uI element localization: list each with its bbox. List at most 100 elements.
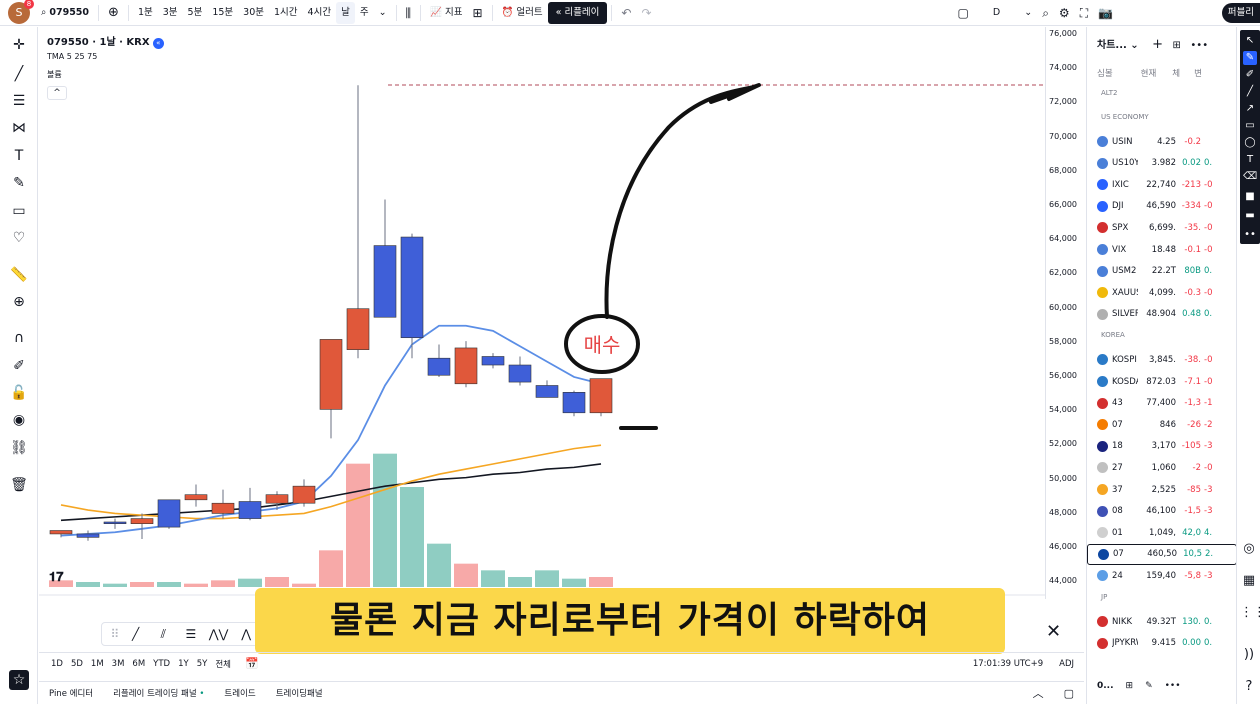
- compare-add-icon[interactable]: ⊕: [103, 2, 124, 24]
- range-3m[interactable]: 3M: [108, 659, 129, 669]
- col-last[interactable]: 현재: [1141, 67, 1157, 79]
- interval-15m[interactable]: 15분: [207, 2, 238, 24]
- chevron-down-icon[interactable]: ⌄: [374, 2, 392, 24]
- watchlist-section-header[interactable]: KOREA: [1101, 331, 1125, 339]
- candle-type-icon[interactable]: ⫼: [401, 2, 417, 24]
- clock-readout[interactable]: 17:01:39 UTC+9: [969, 659, 1047, 669]
- range-5y[interactable]: 5Y: [193, 659, 212, 669]
- tab-trade[interactable]: 트레이드: [214, 687, 265, 699]
- grid-icon[interactable]: ⊞: [1126, 681, 1134, 691]
- interval-1h[interactable]: 1시간: [269, 2, 303, 24]
- watchlist-title[interactable]: 차트... ⌄ + ⊞ •••: [1097, 36, 1208, 52]
- broadcast-icon[interactable]: )): [1240, 646, 1258, 664]
- range-1d[interactable]: 1D: [47, 659, 67, 669]
- ruler-icon[interactable]: 📏: [9, 265, 29, 285]
- close-icon[interactable]: ✕: [1046, 621, 1061, 642]
- brush-icon[interactable]: ✎: [9, 173, 29, 193]
- interval-4h[interactable]: 4시간: [303, 2, 337, 24]
- watchlist-row[interactable]: 43 77,400 -1,3 -1: [1087, 393, 1237, 414]
- heart-icon[interactable]: ♡: [9, 228, 29, 248]
- link-icon[interactable]: ⛓: [9, 438, 29, 458]
- drag-handle-icon[interactable]: ⠿: [108, 627, 122, 641]
- range-all[interactable]: 전체: [211, 658, 235, 670]
- user-avatar[interactable]: S8: [8, 0, 34, 24]
- watchlist-section-header[interactable]: ALT2: [1101, 89, 1117, 97]
- magnet-icon[interactable]: ∩: [9, 328, 29, 348]
- interval-3m[interactable]: 3분: [158, 2, 183, 24]
- footer-symbol[interactable]: 0...: [1097, 681, 1114, 691]
- undo-icon[interactable]: ↶: [616, 2, 636, 24]
- pen-icon[interactable]: ✎: [1243, 51, 1257, 65]
- watchlist-row[interactable]: VIX 18.48 -0.1 -0: [1087, 239, 1237, 260]
- indicator-legend[interactable]: TMA 5 25 75: [47, 52, 97, 61]
- watchlist-row[interactable]: 27 1,060 -2 -0: [1087, 457, 1237, 478]
- target-icon[interactable]: ◎: [1240, 540, 1258, 558]
- zoom-in-icon[interactable]: ⊕: [9, 292, 29, 312]
- watchlist-row[interactable]: SPX 6,699. -35. -0: [1087, 217, 1237, 238]
- comment-icon[interactable]: ▭: [9, 201, 29, 221]
- watchlist-row[interactable]: 08 46,100 -1,5 -3: [1087, 501, 1237, 522]
- interval-30m[interactable]: 30분: [238, 2, 269, 24]
- watchlist-row[interactable]: USM2 22.2T 80B 0.: [1087, 261, 1237, 282]
- watchlist-row[interactable]: 01 1,049, 42,0 4.: [1087, 522, 1237, 543]
- col-pct[interactable]: 변: [1194, 67, 1202, 79]
- interval-week[interactable]: 주: [355, 2, 374, 24]
- text-tool-icon[interactable]: T: [9, 146, 29, 166]
- templates-icon[interactable]: ⊞: [467, 2, 487, 24]
- fib-lines-icon[interactable]: ☰: [9, 91, 29, 111]
- text-icon[interactable]: T: [1243, 153, 1257, 167]
- gear-icon[interactable]: ⚙: [1054, 2, 1075, 24]
- tab-replay-trading-panel[interactable]: 리플레이 트레이딩 패널 •: [103, 687, 214, 699]
- help-icon[interactable]: ?: [1240, 678, 1258, 696]
- watchlist-section-header[interactable]: US ECONOMY: [1101, 113, 1149, 121]
- apps-icon[interactable]: ⋮⋮: [1240, 604, 1260, 622]
- publish-button[interactable]: 퍼블리: [1221, 3, 1260, 23]
- watchlist-row[interactable]: 18 3,170 -105 -3: [1087, 436, 1237, 457]
- interval-1m[interactable]: 1분: [133, 2, 158, 24]
- watchlist-row[interactable]: JPYKRW 9.415 0.000.: [1087, 633, 1237, 654]
- watchlist-section-header[interactable]: JP: [1101, 593, 1107, 601]
- interval-5m[interactable]: 5분: [183, 2, 208, 24]
- range-6m[interactable]: 6M: [128, 659, 149, 669]
- legend-collapse-button[interactable]: ^: [47, 86, 67, 100]
- lock-icon[interactable]: 🔓: [9, 383, 29, 403]
- range-5d[interactable]: 5D: [67, 659, 87, 669]
- col-chg[interactable]: 체: [1172, 67, 1180, 79]
- color-swatch-icon[interactable]: ■: [1243, 190, 1257, 204]
- watchlist-row[interactable]: USIN 4.25 -0.2: [1087, 131, 1237, 152]
- layout-dropdown[interactable]: D: [988, 2, 1005, 24]
- crosshair-icon[interactable]: ✛: [9, 35, 29, 55]
- watchlist-row[interactable]: IXIC 22,740 -213 -0: [1087, 174, 1237, 195]
- lock-drawing-icon[interactable]: ✐: [9, 356, 29, 376]
- calendar-icon[interactable]: ▦: [1240, 572, 1258, 590]
- maximize-icon[interactable]: ▢: [1054, 687, 1084, 700]
- edit-icon[interactable]: ✎: [1145, 681, 1153, 691]
- replay-button[interactable]: « 리플레이: [547, 1, 608, 24]
- line-icon[interactable]: ╱: [1243, 85, 1257, 99]
- cursor-icon[interactable]: ↖: [1243, 34, 1257, 48]
- volume-legend[interactable]: 볼륨: [47, 69, 62, 80]
- quick-search-icon[interactable]: ⌕: [1037, 2, 1054, 24]
- rectangle-icon[interactable]: ▭: [1243, 119, 1257, 133]
- watchlist-row[interactable]: XAUUSD 4,099. -0.3-0: [1087, 282, 1237, 303]
- range-ytd[interactable]: YTD: [149, 659, 174, 669]
- eye-icon[interactable]: ◉: [9, 410, 29, 430]
- star-icon[interactable]: ☆: [9, 670, 29, 690]
- marker-icon[interactable]: ✐: [1243, 68, 1257, 82]
- trendline-icon[interactable]: ╱: [9, 64, 29, 84]
- more-icon[interactable]: ••: [1243, 228, 1257, 242]
- camera-icon[interactable]: 📷: [1093, 2, 1118, 24]
- watchlist-row[interactable]: SILVER 48.904 0.48 0.: [1087, 304, 1237, 325]
- stroke-width-icon[interactable]: ▬: [1243, 209, 1257, 223]
- arrow-icon[interactable]: ↗: [1243, 102, 1257, 116]
- watchlist-row[interactable]: 07 846 -26 -2: [1087, 414, 1237, 435]
- range-1y[interactable]: 1Y: [174, 659, 193, 669]
- interval-day[interactable]: 날: [336, 1, 355, 24]
- watchlist-row[interactable]: NIKK 49.32T 130. 0.: [1087, 611, 1237, 632]
- eraser-icon[interactable]: ⌫: [1243, 170, 1257, 184]
- price-axis[interactable]: 76,000 74,000 72,000 70,000 68,000 66,000 64,0…: [1045, 27, 1085, 599]
- indicators-button[interactable]: 📈 지표: [425, 2, 467, 24]
- price-chart[interactable]: 매수 3 5 9 11 21: [39, 27, 1045, 599]
- tab-pine-editor[interactable]: Pine 에디터: [39, 687, 103, 699]
- watchlist-row[interactable]: KOSDAQ 872.03 -7.1-0: [1087, 371, 1237, 392]
